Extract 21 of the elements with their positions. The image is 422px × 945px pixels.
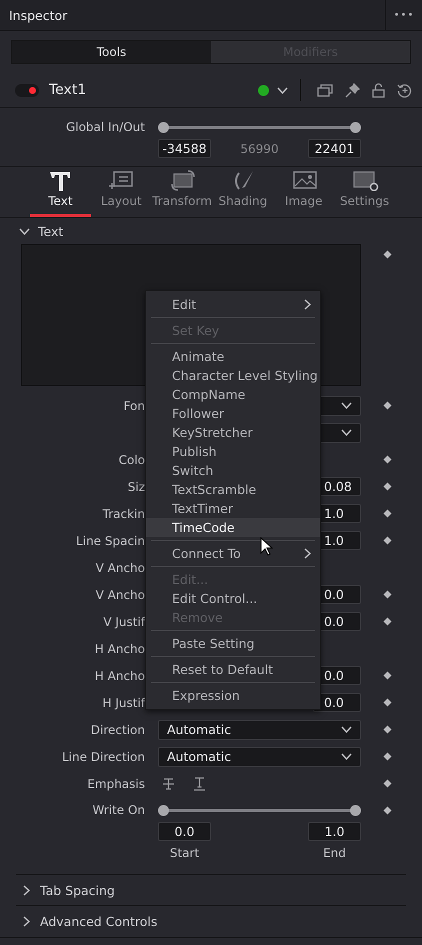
param-label: Siz (128, 480, 145, 494)
param-label: Line Direction (62, 750, 145, 764)
param-label: Colo (118, 452, 145, 466)
param-label: Global In/Out (64, 120, 146, 134)
param-label: V Ancho (96, 588, 145, 602)
field-caption: End (322, 846, 347, 862)
tool-name: Text1 (49, 82, 88, 98)
param-label: Write On (91, 803, 146, 817)
param-label: H Justif (102, 696, 145, 710)
param-label: V Justif (103, 614, 145, 628)
param-label: Direction (90, 722, 145, 736)
param-label: Fon (124, 398, 145, 412)
param-label: Emphasis (87, 776, 145, 790)
field-caption: Start (168, 846, 200, 862)
panel-title: Inspector (8, 8, 68, 22)
param-label: Trackin (102, 506, 145, 520)
param-label: Line Spacin (76, 534, 145, 548)
duration-value: 56990 (240, 142, 279, 156)
param-label: H Ancho (94, 668, 145, 682)
param-label: H Ancho (94, 642, 145, 656)
param-label: V Ancho (96, 560, 145, 574)
